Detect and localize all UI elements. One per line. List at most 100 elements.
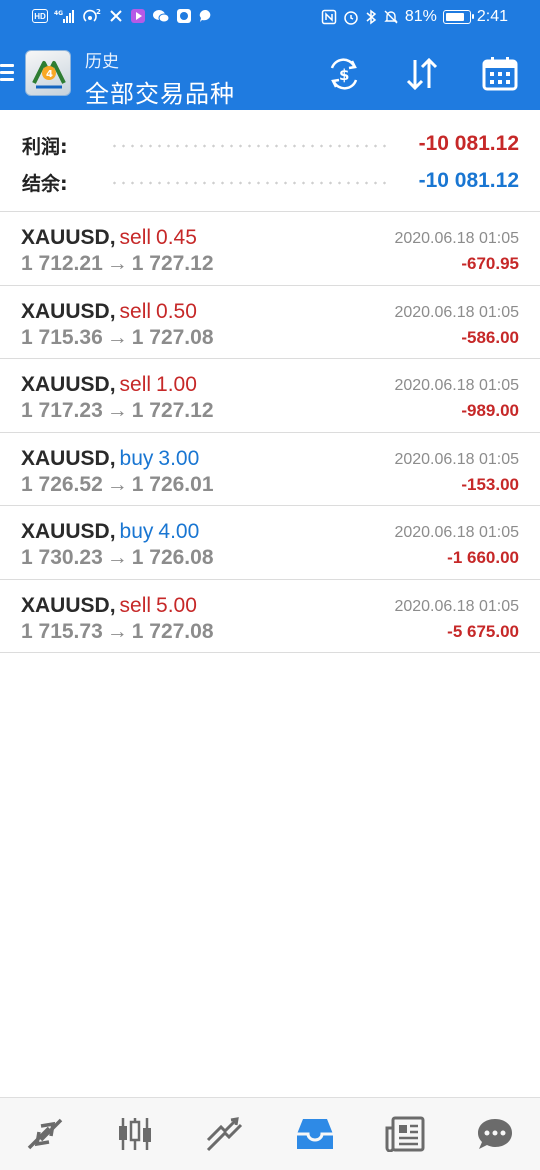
deal-prices: 1 715.36 → 1 727.08	[21, 326, 214, 350]
quotes-icon	[27, 1118, 63, 1150]
svg-text:4: 4	[46, 69, 53, 80]
deal-header: XAUUSD, buy 4.00	[21, 520, 199, 544]
nav-chat[interactable]	[450, 1098, 540, 1170]
deal-row[interactable]: XAUUSD, sell 1.00 1 717.23 → 1 727.12 2020.0…	[0, 359, 540, 433]
calendar-icon[interactable]	[478, 52, 522, 96]
deal-type: sell	[119, 373, 152, 396]
app-subtitle: 历史	[85, 52, 119, 72]
arrow-right-icon: →	[106, 472, 128, 496]
deal-type: buy	[119, 520, 154, 543]
arrow-right-icon: →	[106, 252, 128, 275]
deal-row[interactable]: XAUUSD, sell 0.50 1 715.36 → 1 727.08 2020.0…	[0, 286, 540, 359]
deal-prices: 1 712.21 → 1 727.12	[21, 252, 214, 276]
deal-volume: 1.00	[156, 373, 197, 396]
app-bar: 4 历史 全部交易品种 $	[0, 38, 540, 110]
dotted-leader	[110, 144, 392, 148]
deal-open-price: 1 712.21	[21, 252, 103, 275]
summary-panel: 利润: -10 081.12 结余: -10 081.12	[0, 110, 540, 212]
svg-text:4G: 4G	[54, 10, 63, 17]
deal-symbol: XAUUSD	[21, 373, 110, 396]
deal-header: XAUUSD, sell 5.00	[21, 594, 197, 618]
deal-symbol: XAUUSD	[21, 446, 110, 470]
battery-icon	[442, 10, 474, 24]
deal-time: 2020.06.18 01:05	[394, 230, 519, 247]
hotspot-icon: 2	[82, 8, 102, 24]
arrow-right-icon: →	[106, 546, 128, 569]
balance-row: 结余: -10 081.12	[0, 163, 540, 199]
deal-prices: 1 730.23 → 1 726.08	[21, 546, 214, 570]
music-icon	[108, 8, 124, 24]
battery-level-fill	[445, 13, 464, 21]
profit-row: 利润: -10 081.12	[0, 126, 540, 162]
deal-type: sell	[119, 593, 152, 617]
deal-open-price: 1 715.73	[21, 619, 103, 643]
deal-close-price: 1 727.08	[131, 325, 214, 349]
deal-open-price: 1 730.23	[21, 546, 103, 569]
nav-history[interactable]	[270, 1098, 360, 1170]
deal-profit: -1 660.00	[447, 548, 519, 567]
arrow-right-icon: →	[106, 399, 128, 422]
deal-volume: 3.00	[158, 446, 200, 470]
deal-symbol: XAUUSD	[21, 593, 110, 617]
svg-text:$: $	[339, 66, 349, 84]
profit-label: 利润:	[22, 136, 68, 158]
deal-row[interactable]: XAUUSD, sell 5.00 1 715.73 → 1 727.08 2020.0…	[0, 580, 540, 653]
deal-open-price: 1 717.23	[21, 399, 103, 422]
deal-header: XAUUSD, sell 1.00	[21, 373, 197, 397]
alarm-icon	[343, 9, 359, 25]
deal-volume: 0.45	[156, 226, 197, 249]
arrow-right-icon: →	[106, 325, 128, 349]
deal-time: 2020.06.18 01:05	[394, 377, 519, 394]
deal-comma: ,	[109, 520, 116, 543]
deal-row[interactable]: XAUUSD, buy 3.00 1 726.52 → 1 726.01 2020.06…	[0, 433, 540, 506]
deal-comma: ,	[109, 373, 116, 396]
deal-header: XAUUSD, buy 3.00	[21, 447, 199, 471]
deal-time: 2020.06.18 01:05	[394, 597, 519, 615]
deal-prices: 1 717.23 → 1 727.12	[21, 399, 214, 423]
deal-comma: ,	[109, 299, 116, 323]
deal-list: XAUUSD, sell 0.45 1 712.21 → 1 727.12 2020.0…	[0, 212, 540, 653]
deal-close-price: 1 727.12	[131, 399, 214, 422]
status-bar: HD 4G 2 81% 2:41	[0, 0, 540, 38]
deal-profit: -586.00	[461, 327, 519, 347]
deal-volume: 0.50	[156, 299, 197, 323]
trade-icon	[206, 1117, 243, 1152]
profit-value: -10 081.12	[418, 132, 519, 155]
deal-profit: -5 675.00	[447, 621, 519, 641]
video-app-icon	[130, 8, 146, 24]
mute-icon	[383, 9, 399, 25]
deal-open-price: 1 715.36	[21, 325, 103, 349]
deal-profit: -153.00	[461, 474, 519, 494]
deal-symbol: XAUUSD	[21, 520, 110, 543]
deal-profit: -670.95	[461, 254, 519, 273]
wechat-icon	[152, 8, 170, 24]
deal-open-price: 1 726.52	[21, 472, 103, 496]
balance-label: 结余:	[22, 173, 68, 195]
deal-close-price: 1 726.01	[131, 472, 214, 496]
nav-trade[interactable]	[180, 1098, 270, 1170]
deal-symbol: XAUUSD	[21, 299, 110, 323]
deal-comma: ,	[109, 446, 116, 470]
deal-row[interactable]: XAUUSD, sell 0.45 1 712.21 → 1 727.12 2020.0…	[0, 212, 540, 286]
nav-quotes[interactable]	[0, 1098, 90, 1170]
status-right-icons: 81% 2:41	[321, 8, 508, 26]
battery-percent: 81%	[404, 8, 437, 25]
deal-profit: -989.00	[461, 401, 519, 420]
currency-exchange-icon[interactable]: $	[322, 52, 366, 96]
menu-icon[interactable]	[0, 64, 14, 82]
news-icon	[385, 1116, 425, 1152]
dotted-leader	[110, 181, 392, 185]
sort-icon[interactable]	[400, 52, 444, 96]
deal-time: 2020.06.18 01:05	[394, 450, 519, 468]
deal-row[interactable]: XAUUSD, buy 4.00 1 730.23 → 1 726.08 2020.06…	[0, 506, 540, 580]
deal-symbol: XAUUSD	[21, 226, 110, 249]
nav-chart[interactable]	[90, 1098, 180, 1170]
hd-icon: HD	[32, 9, 48, 23]
deal-close-price: 1 727.12	[131, 252, 214, 275]
app-title[interactable]: 全部交易品种	[85, 74, 235, 109]
mt4-logo: 4	[25, 50, 71, 96]
deal-header: XAUUSD, sell 0.50	[21, 300, 197, 324]
deal-comma: ,	[109, 593, 116, 617]
nav-news[interactable]	[360, 1098, 450, 1170]
deal-comma: ,	[109, 226, 116, 249]
